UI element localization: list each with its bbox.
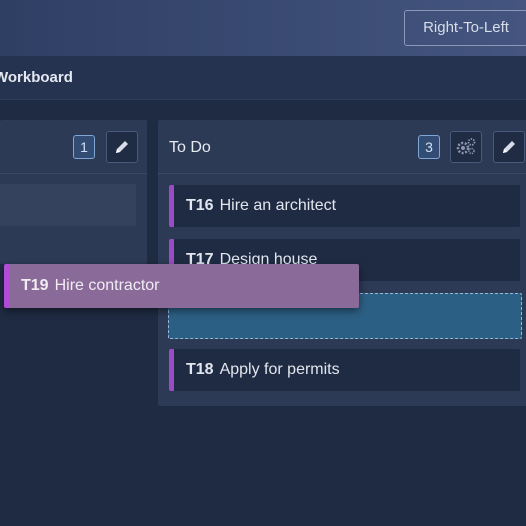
gear-icon: [456, 138, 476, 155]
card-id: T18: [186, 361, 214, 378]
lane-count-badge: 3: [418, 135, 440, 159]
edit-lane-button[interactable]: [106, 131, 138, 163]
lane-header: 1: [0, 120, 147, 174]
card-id: T19: [21, 277, 49, 294]
edit-lane-button[interactable]: [493, 131, 525, 163]
pencil-icon: [503, 141, 515, 153]
card-title: Hire an architect: [219, 197, 337, 214]
lane-header: To Do 3: [158, 120, 526, 174]
board-header: Workboard: [0, 56, 526, 100]
card-t16[interactable]: T16 Hire an architect: [169, 185, 520, 227]
lane-todo: To Do 3 T16 Hire an architect T17 Design h…: [158, 120, 526, 406]
lane-title: To Do: [169, 139, 211, 156]
board-title: Workboard: [0, 69, 73, 86]
card-id: T16: [186, 197, 214, 214]
card-title: Hire contractor: [54, 277, 160, 294]
lane-settings-button[interactable]: [450, 131, 482, 163]
dragging-card-t19[interactable]: T19 Hire contractor: [4, 264, 359, 308]
pencil-icon: [116, 141, 128, 153]
card-title: Apply for permits: [219, 361, 340, 378]
right-to-left-button[interactable]: Right-To-Left: [404, 10, 526, 46]
card-t18[interactable]: T18 Apply for permits: [169, 349, 520, 391]
lane-left: 1: [0, 120, 147, 264]
lane-count-badge: 1: [73, 135, 95, 159]
card-slot: [0, 184, 136, 226]
top-bar: Right-To-Left: [0, 0, 526, 56]
